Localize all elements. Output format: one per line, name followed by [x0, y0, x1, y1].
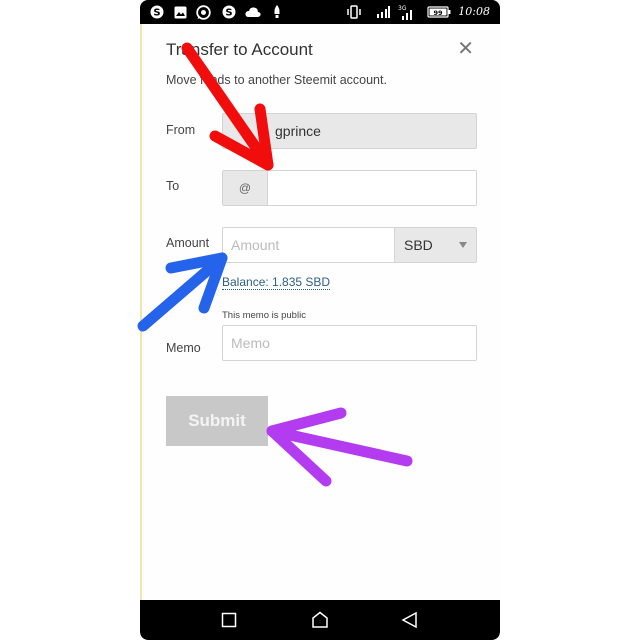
whatsapp-icon — [196, 4, 211, 20]
amount-field: Amount SBD — [222, 227, 477, 263]
submit-button[interactable]: Submit — [166, 396, 268, 446]
to-input[interactable] — [268, 171, 476, 205]
vibrate-icon — [346, 4, 362, 20]
image-icon — [174, 4, 187, 20]
transfer-modal: Transfer to Account ✕ Move funds to anot… — [142, 24, 500, 600]
amount-label: Amount — [166, 236, 210, 250]
navigation-bar — [140, 600, 500, 640]
chevron-down-icon — [459, 242, 467, 248]
from-field: gprince — [222, 113, 477, 149]
clock: 10:08 — [458, 5, 490, 18]
battery-icon: 99 — [427, 4, 451, 20]
status-bar: S S 3G 99 10:08 — [140, 0, 500, 24]
amount-input[interactable]: Amount — [223, 228, 394, 262]
from-value: gprince — [275, 123, 321, 139]
to-field[interactable]: @ — [222, 170, 477, 206]
close-icon[interactable]: ✕ — [457, 36, 474, 61]
svg-text:99: 99 — [433, 9, 443, 17]
cloud-icon — [245, 4, 261, 20]
balance-link[interactable]: Balance: 1.835 SBD — [222, 275, 331, 290]
modal-subtitle: Move funds to another Steemit account. — [166, 73, 387, 87]
memo-input[interactable]: Memo — [223, 326, 476, 360]
memo-note: This memo is public — [222, 310, 306, 321]
memo-label: Memo — [166, 341, 201, 355]
recent-apps-icon[interactable] — [219, 610, 239, 630]
back-icon[interactable] — [400, 610, 420, 630]
memo-field[interactable]: Memo — [222, 325, 477, 361]
svg-text:3G: 3G — [398, 5, 407, 12]
modal-title: Transfer to Account — [166, 40, 313, 59]
steemit-icon: S — [222, 4, 236, 20]
at-prefix: @ — [223, 171, 268, 205]
steemit-icon: S — [150, 4, 164, 20]
currency-select[interactable]: SBD — [394, 228, 476, 262]
signal-3g-icon: 3G — [398, 4, 414, 20]
svg-text:S: S — [153, 8, 160, 19]
signal-icon — [376, 4, 390, 20]
rocket-icon — [272, 4, 282, 20]
currency-value: SBD — [404, 237, 433, 253]
from-label: From — [166, 123, 196, 137]
home-icon[interactable] — [310, 610, 330, 630]
to-label: To — [166, 179, 180, 193]
phone-frame: S S 3G 99 10:08 Transfer to Account ✕ Mo… — [140, 0, 500, 640]
svg-text:S: S — [225, 8, 232, 19]
